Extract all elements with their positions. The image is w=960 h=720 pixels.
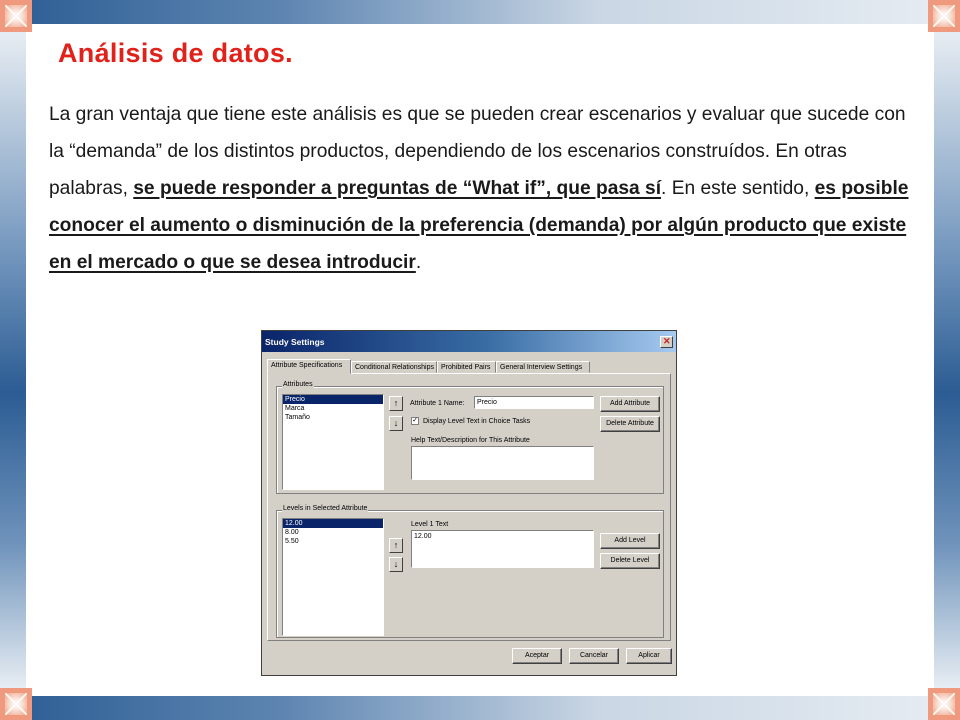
apply-button[interactable]: Aplicar — [626, 648, 672, 664]
underlined-emphasis: se puede responder a preguntas de “What … — [133, 178, 662, 199]
close-button[interactable] — [660, 336, 673, 348]
dialog-titlebar: Study Settings — [262, 331, 676, 352]
tab-attribute-specifications[interactable]: Attribute Specifications — [267, 359, 351, 374]
help-text-textarea[interactable] — [411, 446, 594, 480]
add-level-button[interactable]: Add Level — [600, 533, 660, 549]
list-item[interactable]: Precio — [283, 395, 383, 404]
cancel-button[interactable]: Cancelar — [569, 648, 619, 664]
tab-panel: Attributes Precio Marca Tamaño ↑ ↓ Attri… — [267, 373, 671, 641]
study-settings-dialog: Study Settings Attribute Specifications … — [261, 330, 677, 676]
add-attribute-button[interactable]: Add Attribute — [600, 396, 660, 412]
slide-title: Análisis de datos. — [58, 38, 293, 68]
right-decorative-band — [928, 32, 960, 688]
levels-listbox[interactable]: 12.00 8.00 5.50 — [282, 518, 384, 636]
delete-level-button[interactable]: Delete Level — [600, 553, 660, 569]
attribute-name-label: Attribute 1 Name: — [410, 400, 465, 407]
move-down-arrow-icon[interactable]: ↓ — [389, 557, 403, 572]
corner-ornament-icon — [0, 0, 32, 32]
paragraph-text: . En este sentido, — [661, 178, 815, 199]
slide-paragraph: La gran ventaja que tiene este análisis … — [49, 96, 909, 281]
dialog-title: Study Settings — [265, 337, 325, 347]
level-text-input[interactable]: 12.00 — [411, 530, 594, 568]
attributes-group: Attributes Precio Marca Tamaño ↑ ↓ Attri… — [276, 381, 664, 494]
attributes-listbox[interactable]: Precio Marca Tamaño — [282, 394, 384, 490]
display-level-text-label: Display Level Text in Choice Tasks — [423, 418, 531, 425]
tab-general-interview-settings[interactable]: General Interview Settings — [496, 361, 590, 373]
move-up-arrow-icon[interactable]: ↑ — [389, 396, 403, 411]
display-level-text-checkbox[interactable]: ✓ — [411, 417, 419, 425]
paragraph-text: . — [415, 252, 422, 273]
levels-group: Levels in Selected Attribute 12.00 8.00 … — [276, 505, 664, 638]
bottom-decorative-band — [0, 688, 960, 720]
list-item[interactable]: Marca — [283, 404, 383, 413]
attributes-group-label: Attributes — [282, 381, 314, 388]
level-text-label: Level 1 Text — [411, 521, 449, 528]
move-down-arrow-icon[interactable]: ↓ — [389, 416, 403, 431]
tab-prohibited-pairs[interactable]: Prohibited Pairs — [437, 361, 496, 373]
move-up-arrow-icon[interactable]: ↑ — [389, 538, 403, 553]
attribute-name-input[interactable]: Precio — [474, 396, 594, 409]
list-item[interactable]: 8.00 — [283, 528, 383, 537]
left-decorative-band — [0, 32, 32, 688]
corner-ornament-icon — [0, 688, 32, 720]
tab-conditional-relationships[interactable]: Conditional Relationships — [351, 361, 437, 373]
list-item[interactable]: 5.50 — [283, 537, 383, 546]
list-item[interactable]: Tamaño — [283, 413, 383, 422]
corner-ornament-icon — [928, 688, 960, 720]
delete-attribute-button[interactable]: Delete Attribute — [600, 416, 660, 432]
help-text-label: Help Text/Description for This Attribute — [411, 437, 530, 444]
ok-button[interactable]: Aceptar — [512, 648, 562, 664]
levels-group-label: Levels in Selected Attribute — [282, 505, 369, 512]
top-decorative-band — [0, 0, 960, 32]
corner-ornament-icon — [928, 0, 960, 32]
list-item[interactable]: 12.00 — [283, 519, 383, 528]
